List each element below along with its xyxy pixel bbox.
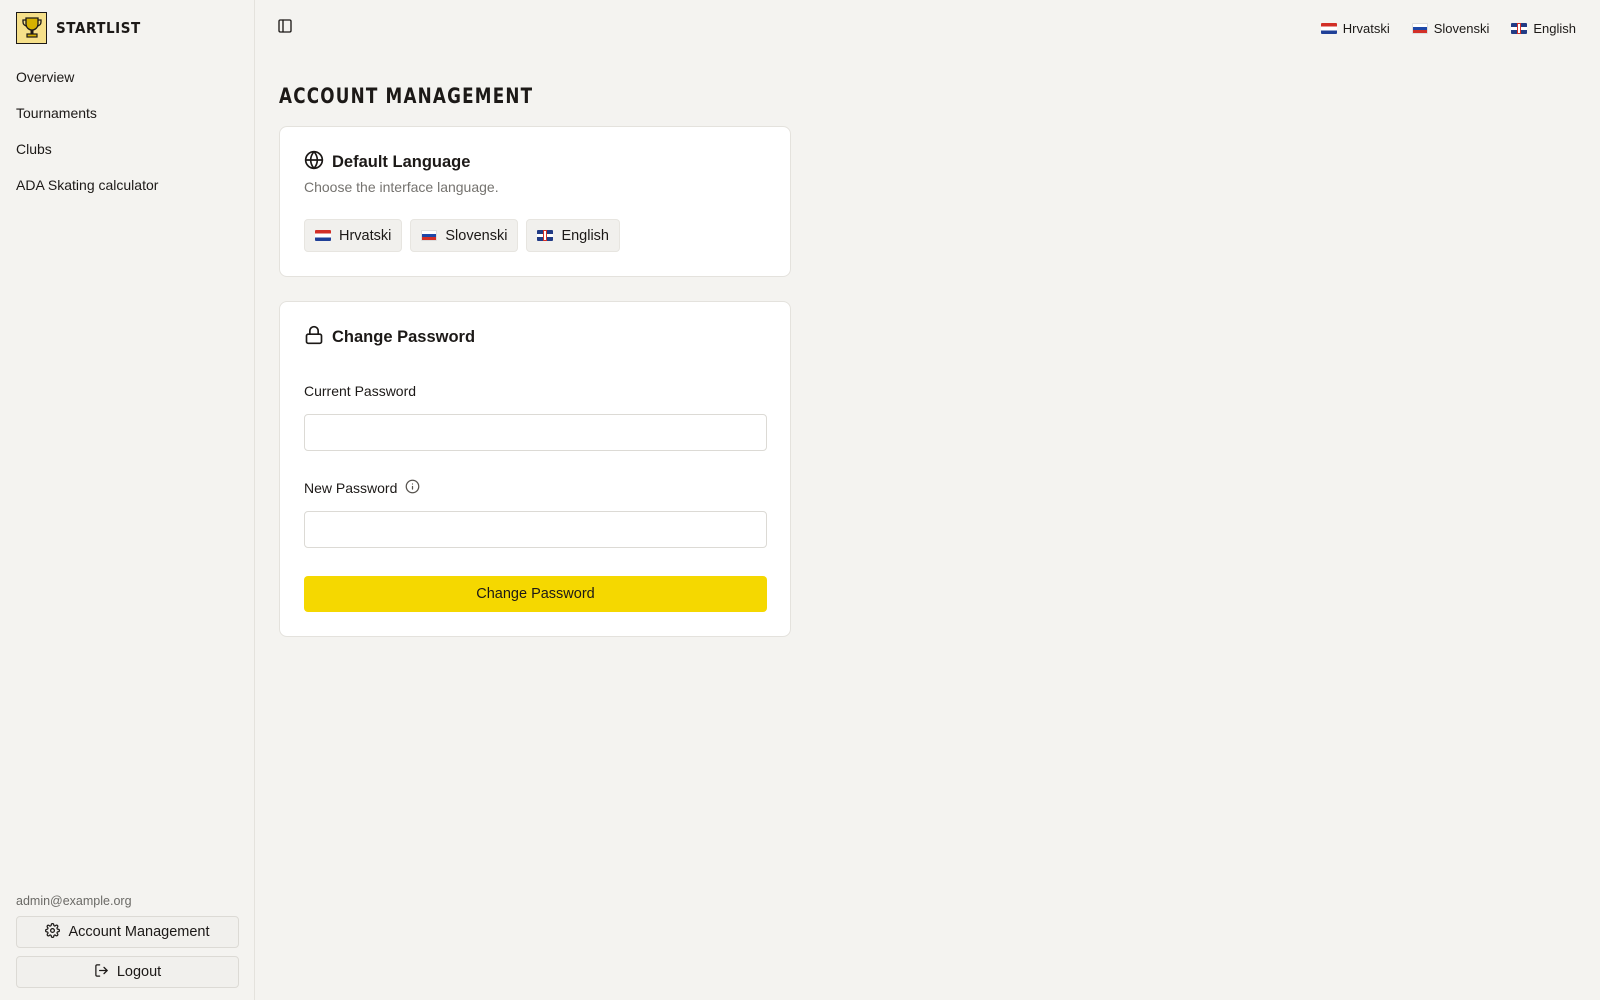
- slovenia-flag-icon: [1411, 22, 1428, 34]
- change-password-title: Change Password: [332, 327, 476, 346]
- uk-flag-icon: [537, 230, 554, 241]
- default-language-title: Default Language: [332, 152, 471, 171]
- gear-icon: [45, 922, 61, 942]
- logout-button[interactable]: Logout: [16, 956, 239, 988]
- card-title: Default Language: [304, 150, 766, 175]
- user-email: admin@example.org: [16, 894, 132, 908]
- top-lang-hrvatski[interactable]: Hrvatski: [1320, 20, 1390, 36]
- sidebar-footer: admin@example.org Account Management Log…: [16, 894, 239, 988]
- current-password-label: Current Password: [304, 382, 766, 400]
- logout-label: Logout: [116, 964, 162, 980]
- croatia-flag-icon: [1320, 22, 1337, 34]
- new-password-input[interactable]: [304, 511, 767, 548]
- info-icon[interactable]: [405, 479, 420, 497]
- current-password-input[interactable]: [304, 414, 767, 451]
- lang-option-label: English: [561, 227, 609, 244]
- new-password-label-text: New Password: [304, 480, 398, 496]
- top-lang-slovenski[interactable]: Slovenski: [1411, 20, 1490, 36]
- language-options: Hrvatski Slovenski English: [304, 219, 766, 252]
- sidebar-toggle-button[interactable]: [273, 16, 297, 40]
- globe-icon: [304, 150, 324, 175]
- current-password-group: Current Password: [304, 382, 767, 451]
- top-lang-label: Slovenski: [1433, 20, 1490, 36]
- default-language-card: Default Language Choose the interface la…: [279, 126, 791, 277]
- app-root: STARTLIST Overview Tournaments Clubs ADA…: [0, 0, 1600, 1000]
- card-title: Change Password: [304, 325, 766, 350]
- slovenia-flag-icon: [421, 230, 438, 241]
- top-lang-english[interactable]: English: [1511, 21, 1576, 36]
- new-password-group: New Password: [304, 479, 767, 548]
- change-password-card: Change Password Current Password New Pas…: [279, 301, 791, 637]
- current-password-label-text: Current Password: [304, 383, 417, 399]
- trophy-logo-icon: [16, 11, 47, 44]
- sidebar: STARTLIST Overview Tournaments Clubs ADA…: [0, 0, 255, 1000]
- lock-icon: [304, 325, 324, 350]
- change-password-button[interactable]: Change Password: [304, 576, 767, 612]
- sidebar-item-overview[interactable]: Overview: [16, 66, 238, 88]
- sidebar-item-clubs[interactable]: Clubs: [16, 138, 238, 160]
- top-lang-label: English: [1533, 20, 1576, 36]
- top-language-switcher: Hrvatski Slovenski English: [1320, 20, 1576, 36]
- default-language-description: Choose the interface language.: [304, 179, 499, 195]
- sidebar-item-ada-skating-calculator[interactable]: ADA Skating calculator: [16, 174, 238, 196]
- brand-name: STARTLIST: [56, 18, 141, 37]
- lang-option-slovenski[interactable]: Slovenski: [410, 219, 519, 252]
- account-management-button[interactable]: Account Management: [16, 916, 239, 948]
- page-title: ACCOUNT MANAGEMENT: [279, 84, 534, 108]
- lang-option-hrvatski[interactable]: Hrvatski: [304, 219, 403, 252]
- lang-option-english[interactable]: English: [526, 219, 620, 252]
- sidebar-nav: Overview Tournaments Clubs ADA Skating c…: [16, 66, 238, 196]
- new-password-label: New Password: [304, 479, 766, 497]
- top-bar: Hrvatski Slovenski English: [278, 0, 1576, 56]
- brand[interactable]: STARTLIST: [16, 11, 238, 44]
- lang-option-label: Hrvatski: [339, 227, 392, 244]
- sidebar-toggle-icon: [277, 18, 293, 39]
- account-management-label: Account Management: [68, 924, 210, 940]
- main-content: Hrvatski Slovenski English ACCOUNT MANAG…: [255, 0, 1600, 1000]
- top-lang-label: Hrvatski: [1342, 20, 1390, 36]
- lang-option-label: Slovenski: [445, 227, 508, 244]
- uk-flag-icon: [1511, 22, 1528, 34]
- logout-icon: [94, 963, 109, 982]
- sidebar-item-tournaments[interactable]: Tournaments: [16, 102, 238, 124]
- croatia-flag-icon: [315, 230, 331, 241]
